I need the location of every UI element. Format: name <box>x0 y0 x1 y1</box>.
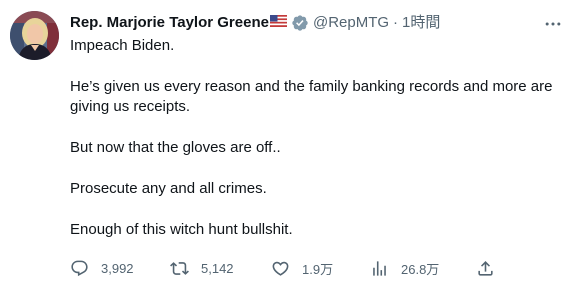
tweet-line: Prosecute any and all crimes. <box>70 180 267 197</box>
views-icon <box>370 259 389 278</box>
like-button[interactable]: 1.9万 <box>271 257 333 279</box>
display-name[interactable]: Rep. Marjorie Taylor Greene <box>70 13 269 33</box>
share-button[interactable] <box>476 257 495 279</box>
us-flag-icon <box>269 13 287 33</box>
like-count: 1.9万 <box>302 261 334 277</box>
verified-badge-icon[interactable] <box>291 14 309 32</box>
tweet-line: But now that the gloves are off.. <box>70 139 281 156</box>
heart-icon <box>271 259 290 278</box>
tweet-text: Impeach Biden. He’s given us every reaso… <box>70 36 560 240</box>
tweet: Rep. Marjorie Taylor Greene @RepMTG · 1時… <box>0 0 577 286</box>
retweet-button[interactable]: 5,142 <box>170 257 234 279</box>
views-button[interactable]: 26.8万 <box>370 257 439 279</box>
tweet-line: Enough of this witch hunt bullshit. <box>70 221 293 238</box>
tweet-line: He’s given us every reason and the famil… <box>70 78 553 115</box>
reply-button[interactable]: 3,992 <box>70 257 134 279</box>
handle[interactable]: @RepMTG <box>313 13 389 33</box>
action-bar: 3,992 5,142 1.9万 26.8万 <box>70 257 500 279</box>
tweet-line: Impeach Biden. <box>70 37 175 54</box>
reply-count: 3,992 <box>101 260 134 276</box>
avatar[interactable] <box>10 11 59 60</box>
retweet-icon <box>170 259 189 278</box>
tweet-header: Rep. Marjorie Taylor Greene @RepMTG · 1時… <box>70 12 440 34</box>
retweet-count: 5,142 <box>201 260 234 276</box>
separator-dot: · <box>393 14 399 31</box>
timestamp[interactable]: 1時間 <box>402 13 440 33</box>
share-icon <box>476 259 495 278</box>
reply-icon <box>70 259 89 278</box>
more-icon[interactable] <box>543 14 563 34</box>
views-count: 26.8万 <box>401 261 440 277</box>
